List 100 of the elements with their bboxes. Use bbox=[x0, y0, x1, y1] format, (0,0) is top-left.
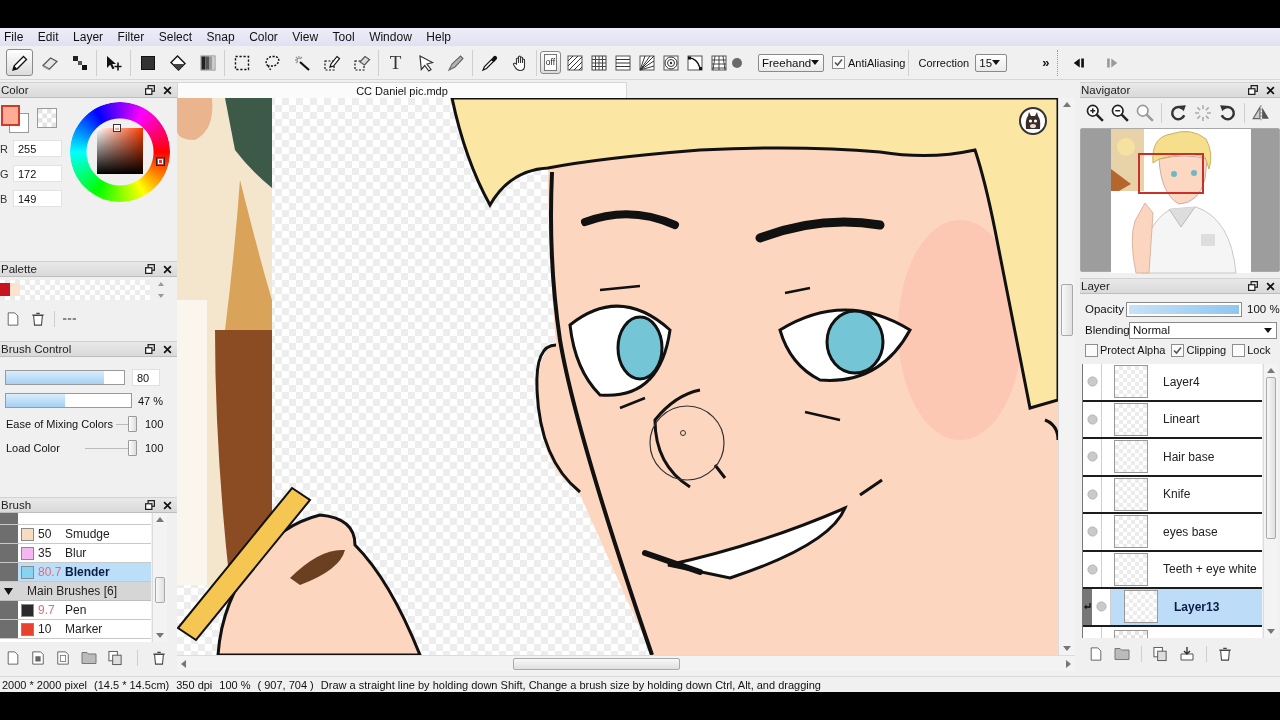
scroll-down-icon[interactable] bbox=[1267, 629, 1275, 634]
layer-row[interactable]: eyes base bbox=[1083, 514, 1262, 552]
brush-item[interactable]: 80.7 Blender bbox=[0, 563, 151, 582]
previous-frame-icon[interactable] bbox=[1073, 56, 1086, 69]
layer-row[interactable]: Lineart bbox=[1083, 401, 1262, 439]
blending-dropdown[interactable]: Normal bbox=[1129, 321, 1277, 339]
partial-row[interactable] bbox=[0, 513, 151, 525]
menu-item[interactable]: Filter bbox=[117, 30, 145, 44]
menu-item[interactable]: Edit bbox=[37, 30, 59, 44]
color-swatch-icon[interactable] bbox=[10, 283, 20, 296]
palette-grid[interactable] bbox=[0, 280, 150, 300]
close-icon[interactable] bbox=[1266, 85, 1275, 95]
scrollbar-thumb[interactable] bbox=[1266, 377, 1276, 539]
menu-item[interactable]: Window bbox=[369, 30, 412, 44]
correction-dropdown[interactable]: 15 bbox=[975, 53, 1008, 72]
restore-icon[interactable] bbox=[145, 500, 155, 510]
dashes-icon[interactable] bbox=[63, 318, 76, 320]
channel-field[interactable]: 172 bbox=[13, 165, 62, 182]
close-icon[interactable] bbox=[163, 85, 172, 95]
stroke-mode-dropdown[interactable]: Freehand bbox=[758, 53, 824, 72]
merge-down-icon[interactable] bbox=[1179, 646, 1195, 662]
scrollbar-thumb[interactable] bbox=[513, 657, 680, 670]
zoom-reset-icon[interactable] bbox=[1136, 104, 1154, 122]
rotate-right-icon[interactable] bbox=[1219, 104, 1237, 122]
menu-item[interactable]: Select bbox=[158, 30, 193, 44]
brush-size-field[interactable]: 80 bbox=[132, 369, 160, 386]
layer-row[interactable]: Layer13 bbox=[1083, 589, 1262, 627]
brush-group-row[interactable]: Main Brushes [6] bbox=[0, 582, 151, 601]
checkbox[interactable] bbox=[1232, 343, 1246, 357]
duplicate-icon[interactable] bbox=[1153, 646, 1168, 662]
slider-thumb[interactable] bbox=[128, 416, 137, 432]
close-icon[interactable] bbox=[163, 344, 172, 354]
menu-item[interactable]: File bbox=[4, 30, 24, 44]
layer-row[interactable]: Knife bbox=[1083, 476, 1262, 514]
checkbox[interactable] bbox=[1171, 343, 1185, 357]
dot-icon[interactable] bbox=[732, 57, 742, 68]
slider-thumb[interactable] bbox=[128, 440, 137, 456]
new-layer-icon[interactable] bbox=[1089, 646, 1103, 662]
brush-item[interactable]: 35 Blur bbox=[0, 544, 151, 563]
layer-row[interactable]: Teeth + eye white bbox=[1083, 551, 1262, 589]
rotate-left-icon[interactable] bbox=[1169, 104, 1187, 122]
channel-field[interactable]: 255 bbox=[13, 140, 62, 157]
checkbox[interactable] bbox=[832, 56, 845, 69]
layer-row[interactable]: Layer4 bbox=[1083, 364, 1262, 402]
menu-item[interactable]: Tool bbox=[332, 30, 355, 44]
transparent-swatch-icon[interactable] bbox=[37, 108, 57, 128]
scroll-left-icon[interactable] bbox=[181, 659, 186, 668]
trash-icon[interactable] bbox=[31, 311, 45, 327]
color-square[interactable] bbox=[97, 128, 143, 174]
menu-item[interactable]: View bbox=[292, 30, 319, 44]
brush-item[interactable]: 10 Marker bbox=[0, 620, 151, 639]
foreground-background-swatch[interactable] bbox=[1, 105, 29, 133]
channel-field[interactable]: 149 bbox=[13, 190, 62, 207]
checkbox[interactable] bbox=[1085, 343, 1098, 357]
scroll-up-icon[interactable] bbox=[1267, 368, 1275, 373]
brush-size-slider[interactable] bbox=[5, 370, 125, 385]
folder-icon[interactable] bbox=[81, 651, 97, 665]
trash-icon[interactable] bbox=[1218, 646, 1232, 662]
layer-row[interactable]: Hair base bbox=[1083, 439, 1262, 477]
menu-item[interactable]: Color bbox=[249, 30, 278, 44]
new-page-icon[interactable] bbox=[6, 650, 20, 666]
restore-icon[interactable] bbox=[145, 85, 155, 95]
close-icon[interactable] bbox=[163, 264, 172, 274]
menu-item[interactable]: Snap bbox=[206, 30, 235, 44]
scroll-down-icon[interactable] bbox=[156, 633, 164, 638]
duplicate-icon[interactable] bbox=[108, 650, 123, 666]
menu-item[interactable]: Layer bbox=[73, 30, 104, 44]
picker-marker-icon[interactable] bbox=[113, 124, 121, 132]
brush-item[interactable]: 9.7 Pen bbox=[0, 601, 151, 620]
text-tool[interactable]: T bbox=[382, 49, 409, 76]
picture-page-icon[interactable] bbox=[31, 650, 45, 666]
new-page-icon[interactable] bbox=[6, 311, 20, 327]
scrollbar-thumb[interactable] bbox=[1061, 284, 1073, 336]
more-button[interactable]: » bbox=[1042, 55, 1050, 70]
canvas[interactable] bbox=[177, 98, 1058, 655]
viewport-frame[interactable] bbox=[1138, 153, 1204, 194]
expand-arrow-icon[interactable] bbox=[4, 587, 13, 595]
framed-page-icon[interactable] bbox=[56, 650, 70, 666]
zoom-out-icon[interactable] bbox=[1111, 104, 1129, 122]
scroll-right-icon[interactable] bbox=[1066, 659, 1071, 668]
document-tab[interactable]: CC Daniel pic.mdp bbox=[177, 82, 627, 98]
scroll-up-icon[interactable] bbox=[1063, 102, 1071, 107]
folder-icon[interactable] bbox=[1114, 647, 1130, 661]
color-swatch-icon[interactable] bbox=[0, 283, 10, 296]
hue-marker-icon[interactable] bbox=[156, 157, 165, 166]
snap-off-button[interactable]: off bbox=[540, 51, 561, 74]
flip-icon[interactable] bbox=[1252, 104, 1270, 122]
close-icon[interactable] bbox=[163, 500, 172, 510]
pen-tool[interactable] bbox=[6, 49, 33, 76]
zoom-in-icon[interactable] bbox=[1086, 104, 1104, 122]
scroll-up-icon[interactable] bbox=[156, 517, 164, 522]
trash-icon[interactable] bbox=[152, 650, 166, 666]
restore-icon[interactable] bbox=[145, 344, 155, 354]
restore-icon[interactable] bbox=[1248, 85, 1258, 95]
brush-opacity-slider[interactable] bbox=[5, 393, 132, 408]
brush-item[interactable]: 50 Smudge bbox=[0, 525, 151, 544]
restore-icon[interactable] bbox=[145, 264, 155, 274]
restore-icon[interactable] bbox=[1248, 281, 1258, 291]
close-icon[interactable] bbox=[1266, 281, 1275, 291]
scrollbar-thumb[interactable] bbox=[155, 577, 165, 603]
